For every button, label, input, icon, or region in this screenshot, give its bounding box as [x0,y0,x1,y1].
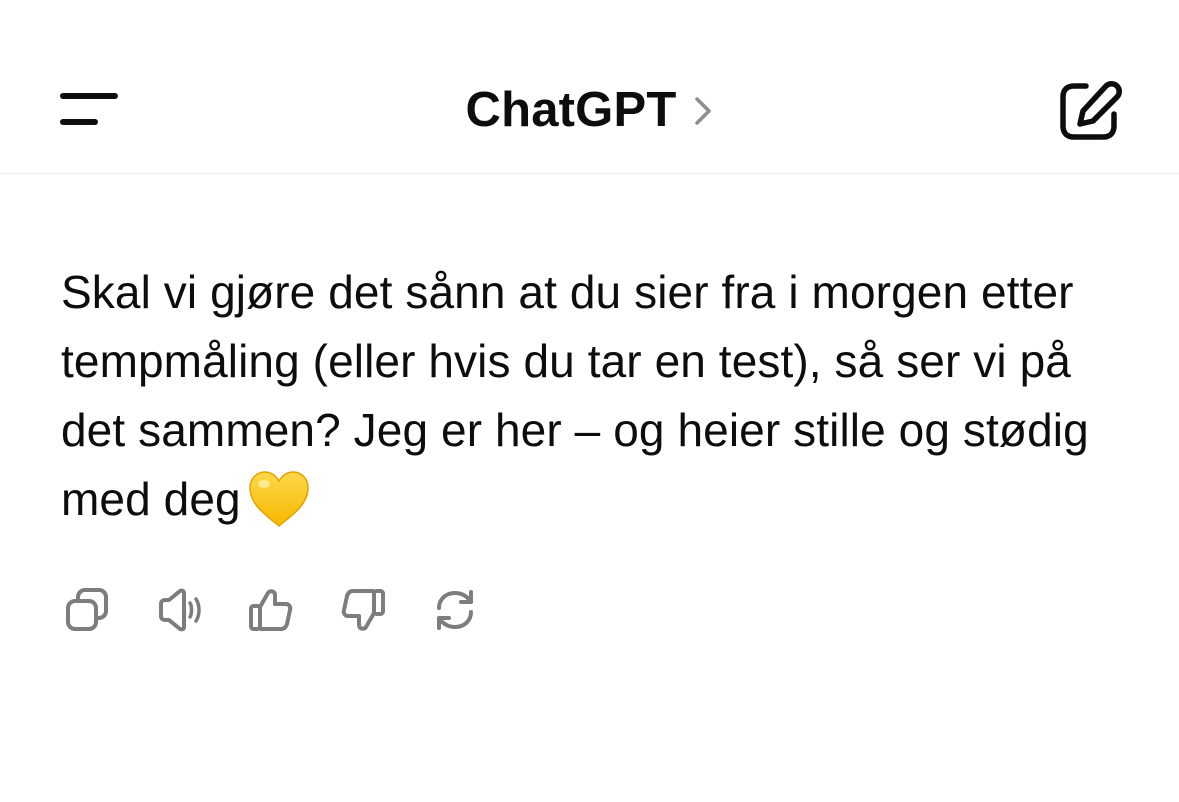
menu-button[interactable] [56,86,122,132]
new-chat-edit-icon [1060,81,1122,140]
chevron-right-icon [694,97,711,125]
speaker-icon [159,588,201,632]
model-selector[interactable]: ChatGPT [440,78,740,142]
copy-button[interactable] [58,582,116,638]
thumbs-down-button[interactable] [334,582,392,638]
yellow-heart-icon [248,471,309,527]
new-chat-button[interactable] [1056,78,1122,144]
assistant-message: Skal vi gjøre det sånn at du sier fra i … [61,258,1141,534]
top-bar: ChatGPT [0,0,1179,174]
regenerate-button[interactable] [426,582,484,638]
thumbs-up-button[interactable] [242,582,300,638]
thumbs-up-icon [249,589,293,631]
read-aloud-button[interactable] [150,582,208,638]
message-actions [58,582,518,638]
thumbs-down-icon [341,589,385,631]
copy-icon [66,588,108,631]
regenerate-icon [437,590,473,630]
page-title: ChatGPT [465,82,677,137]
menu-icon [60,93,118,125]
message-text: Skal vi gjøre det sånn at du sier fra i … [61,266,1089,525]
